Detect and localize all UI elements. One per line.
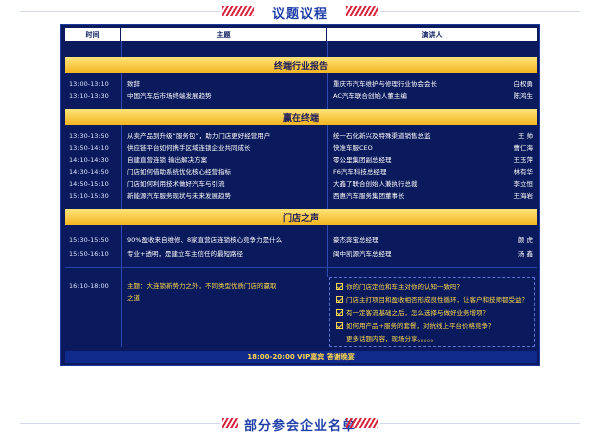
question-item: 有一定客流基础之后，怎么选择与做好业务增项？ <box>336 307 489 317</box>
header-topic: 主题 <box>121 28 327 41</box>
row-topic: 90%盈收来自维修、8家直营店连锁核心竞争力是什么 <box>127 236 283 244</box>
block-title-band: 赢在终端 <box>65 109 537 125</box>
row-time: 15:30-15:50 <box>69 236 109 244</box>
row-speaker: 王海岩 <box>513 192 534 200</box>
row-topic: 供应链平台如何携手区域连锁企业共同成长 <box>127 144 251 152</box>
row-org: 豪杰奔宝总经理 <box>333 236 379 244</box>
check-icon <box>336 295 343 303</box>
block-title-band: 终端行业报告 <box>65 57 537 73</box>
row-org: F6汽车科技总经理 <box>333 168 387 176</box>
check-icon <box>336 321 343 329</box>
row-org: 统一石化新兴及特殊渠道销售总监 <box>333 132 431 140</box>
row-speaker: 白权勇 <box>513 80 534 88</box>
row-speaker: 陈鸿生 <box>513 92 534 100</box>
stripe-decoration <box>346 418 378 428</box>
row-time: 14:10-14:30 <box>69 156 109 164</box>
check-icon <box>336 308 343 316</box>
question-text: 有一定客流基础之后，怎么选择与做好业务增项？ <box>346 309 489 317</box>
question-text: 门店主打项目和盈收相否形成良性循环，让客户和技师都受益？ <box>346 296 528 304</box>
row-topic: 致辞 <box>127 80 140 88</box>
row-time: 14:30-14:50 <box>69 168 109 176</box>
row-speaker: 汤 鑫 <box>517 250 533 258</box>
column-divider <box>121 41 122 347</box>
section-heading-companies: 部分参会企业名单 <box>0 414 600 434</box>
row-time: 13:30-13:50 <box>69 132 109 140</box>
row-speaker: 曹仁海 <box>513 144 534 152</box>
discussion-topic: 主题：大连锁新势力之外，不同类型优质门店的赢取 <box>127 282 277 290</box>
footer-band: 18:00-20:00 VIP嘉宾 答谢晚宴 <box>65 351 537 363</box>
row-topic: 门店如何借助系统优化核心经营指标 <box>127 168 231 176</box>
column-divider <box>327 41 328 277</box>
divider <box>20 11 220 12</box>
discussion-topic-cont: 之道 <box>127 294 140 302</box>
row-org: AC汽车联合创始人董主编 <box>333 92 407 100</box>
section-heading-agenda: 议题议程 <box>0 2 600 22</box>
section-title: 议题议程 <box>265 2 334 22</box>
question-item: 门店主打项目和盈收相否形成良性循环，让客户和技师都受益？ <box>336 294 528 304</box>
row-org: 快准车服CEO <box>333 144 373 152</box>
table-header: 时间 主题 演讲人 <box>65 28 537 41</box>
question-item: 你的门店定位和车主对你的认知一致吗？ <box>336 281 463 291</box>
question-item: 更多话题内容，现场分享。。。。。 <box>346 333 437 343</box>
row-speaker: 王玉萍 <box>513 156 534 164</box>
agenda-board: 时间 主题 演讲人 终端行业报告 13:00-13:10 致辞 重庆市汽车维护与… <box>60 24 540 366</box>
header-speaker: 演讲人 <box>421 30 443 39</box>
row-topic: 中国汽车后市场终端发展趋势 <box>127 92 212 100</box>
discussion-time: 16:10-18:00 <box>69 282 109 290</box>
block-title: 终端行业报告 <box>273 61 328 72</box>
header-time: 时间 <box>65 28 121 41</box>
stripe-decoration <box>222 6 254 16</box>
row-topic: 新能源汽车服务现状与未来发展趋势 <box>127 192 231 200</box>
row-time: 15:10-15:30 <box>69 192 109 200</box>
row-topic: 从卖产品到升级“服务包”，助力门店更好经营用户 <box>127 132 271 140</box>
row-org: 闽中凯源汽车总经理 <box>333 250 392 258</box>
row-time: 13:00-13:10 <box>69 80 109 88</box>
block-title: 赢在终端 <box>282 113 319 124</box>
question-item: 如何用产品+服务的套餐，对抗线上平台价格竞争？ <box>336 320 494 330</box>
row-time: 13:10-13:30 <box>69 92 109 100</box>
footer-text: 18:00-20:00 VIP嘉宾 答谢晚宴 <box>247 353 355 361</box>
row-speaker: 林有华 <box>513 168 534 176</box>
check-icon <box>336 282 343 290</box>
row-time: 15:50-16:10 <box>69 250 109 258</box>
block-title: 门店之声 <box>282 213 319 224</box>
question-text: 如何用产品+服务的套餐，对抗线上平台价格竞争？ <box>346 322 495 330</box>
question-text: 你的门店定位和车主对你的认知一致吗？ <box>346 283 463 291</box>
divider <box>380 11 580 12</box>
row-time: 13:50-14:10 <box>69 144 109 152</box>
block-title-band: 门店之声 <box>65 209 537 225</box>
row-org: 零公里集团副总经理 <box>333 156 392 164</box>
page: 议题议程 时间 主题 演讲人 终端行业报告 13:00-13:10 致辞 重庆市… <box>0 0 600 440</box>
divider <box>20 423 220 424</box>
divider <box>380 423 580 424</box>
question-text: 更多话题内容，现场分享。。。。。 <box>346 335 437 343</box>
row-org: 重庆市汽车维护与修理行业协会会长 <box>333 80 437 88</box>
row-time: 14:50-15:10 <box>69 180 109 188</box>
stripe-decoration <box>346 6 378 16</box>
row-speaker: 王 帅 <box>517 132 533 140</box>
row-divider <box>65 267 537 268</box>
row-speaker: 李立恒 <box>513 180 534 188</box>
row-topic: 专业+透明，是建立车主信任的最短路径 <box>127 250 243 258</box>
row-topic: 自建直营连锁 输出解决方案 <box>127 156 208 164</box>
row-topic: 门店如何利用技术做好汽车与引流 <box>127 180 225 188</box>
row-org: 大鑫了联合创始人兼执行总裁 <box>333 180 418 188</box>
section-title: 部分参会企业名单 <box>237 414 362 434</box>
row-org: 西惠汽车服务集团董事长 <box>333 192 405 200</box>
row-speaker: 颜 虎 <box>517 236 533 244</box>
